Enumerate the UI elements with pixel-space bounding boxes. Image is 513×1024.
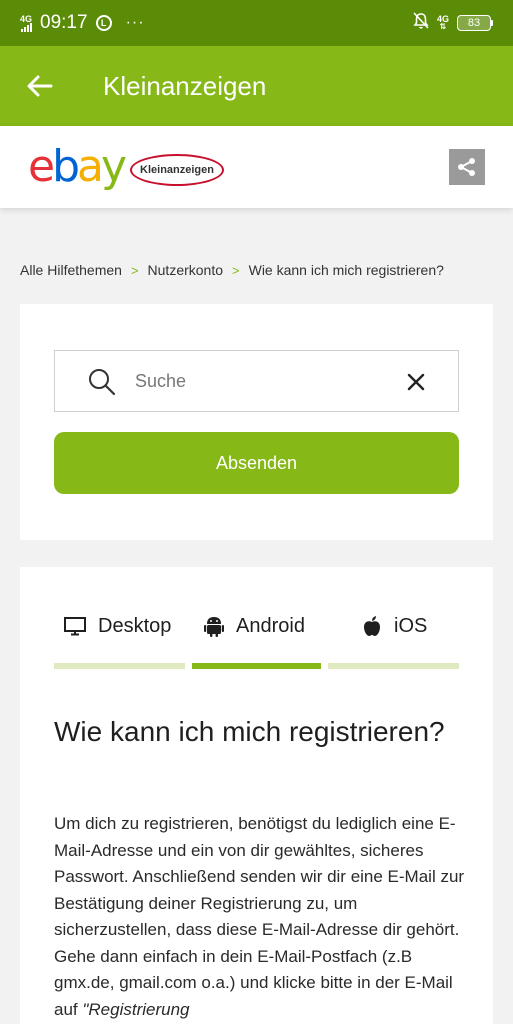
app-bar: Kleinanzeigen	[0, 46, 513, 126]
battery-icon: 83	[457, 15, 493, 31]
breadcrumb-current: Wie kann ich mich registrieren?	[248, 262, 444, 278]
tab-indicator-ios	[328, 663, 459, 669]
logo-letter: b	[52, 141, 80, 192]
tab-label: iOS	[394, 614, 428, 637]
tab-desktop[interactable]: Desktop	[64, 609, 171, 643]
article-body-text: Um dich zu registrieren, benötigst du le…	[54, 814, 465, 1019]
app-title: Kleinanzeigen	[103, 70, 267, 101]
share-button[interactable]	[449, 149, 485, 185]
logo-letter: y	[100, 141, 127, 192]
apple-icon	[364, 616, 380, 636]
more-notifications-icon: ···	[125, 14, 145, 31]
close-icon	[407, 373, 425, 391]
battery-level: 83	[467, 17, 481, 29]
tab-indicator-android-active	[192, 663, 321, 669]
l-circle-icon: L	[95, 15, 112, 31]
clear-search-button[interactable]	[403, 369, 429, 395]
article-card: Desktop Android iOS Wie kann ich mich re…	[20, 567, 493, 1024]
tab-android[interactable]: Android	[204, 609, 305, 643]
logo-letter: e	[28, 141, 55, 192]
logo-letter: a	[77, 141, 104, 192]
article-title: Wie kann ich mich registrieren?	[54, 716, 445, 747]
search-icon	[89, 369, 116, 396]
status-time: 09:17	[40, 12, 88, 33]
article-body-quote: "Registrierung	[82, 999, 190, 1019]
tab-indicator-desktop	[54, 663, 185, 669]
share-icon	[458, 158, 475, 176]
tab-ios[interactable]: iOS	[362, 609, 427, 643]
arrow-left-icon	[27, 75, 53, 97]
article-body: Um dich zu registrieren, benötigst du le…	[54, 811, 466, 1023]
brand-header: ebay Kleinanzeigen	[0, 126, 513, 208]
breadcrumb-item[interactable]: Nutzerkonto	[148, 262, 223, 278]
network-type: 4G	[20, 13, 33, 24]
kleinanzeigen-badge: Kleinanzeigen	[130, 154, 224, 186]
tab-label: Desktop	[98, 614, 172, 637]
mute-notifications-icon	[413, 11, 429, 35]
status-bar: 4G 09:17 L ··· 4G ⇅ 83	[0, 0, 513, 46]
back-button[interactable]	[0, 46, 80, 126]
breadcrumb-item[interactable]: Alle Hilfethemen	[20, 262, 122, 278]
search-box	[54, 350, 459, 412]
search-card: Absenden	[20, 304, 493, 540]
chevron-right-icon: >	[232, 262, 240, 278]
tab-label: Android	[236, 614, 305, 637]
desktop-icon	[64, 617, 86, 636]
chevron-right-icon: >	[130, 262, 139, 278]
search-input[interactable]	[135, 365, 395, 397]
android-icon	[204, 617, 224, 637]
submit-button[interactable]: Absenden	[54, 432, 459, 494]
breadcrumb: Alle Hilfethemen > Nutzerkonto > Wie kan…	[20, 262, 444, 278]
ebay-logo[interactable]: ebay	[28, 141, 127, 192]
mobile-data-icon: 4G ⇅	[436, 14, 449, 31]
signal-icon: 4G	[20, 13, 33, 32]
